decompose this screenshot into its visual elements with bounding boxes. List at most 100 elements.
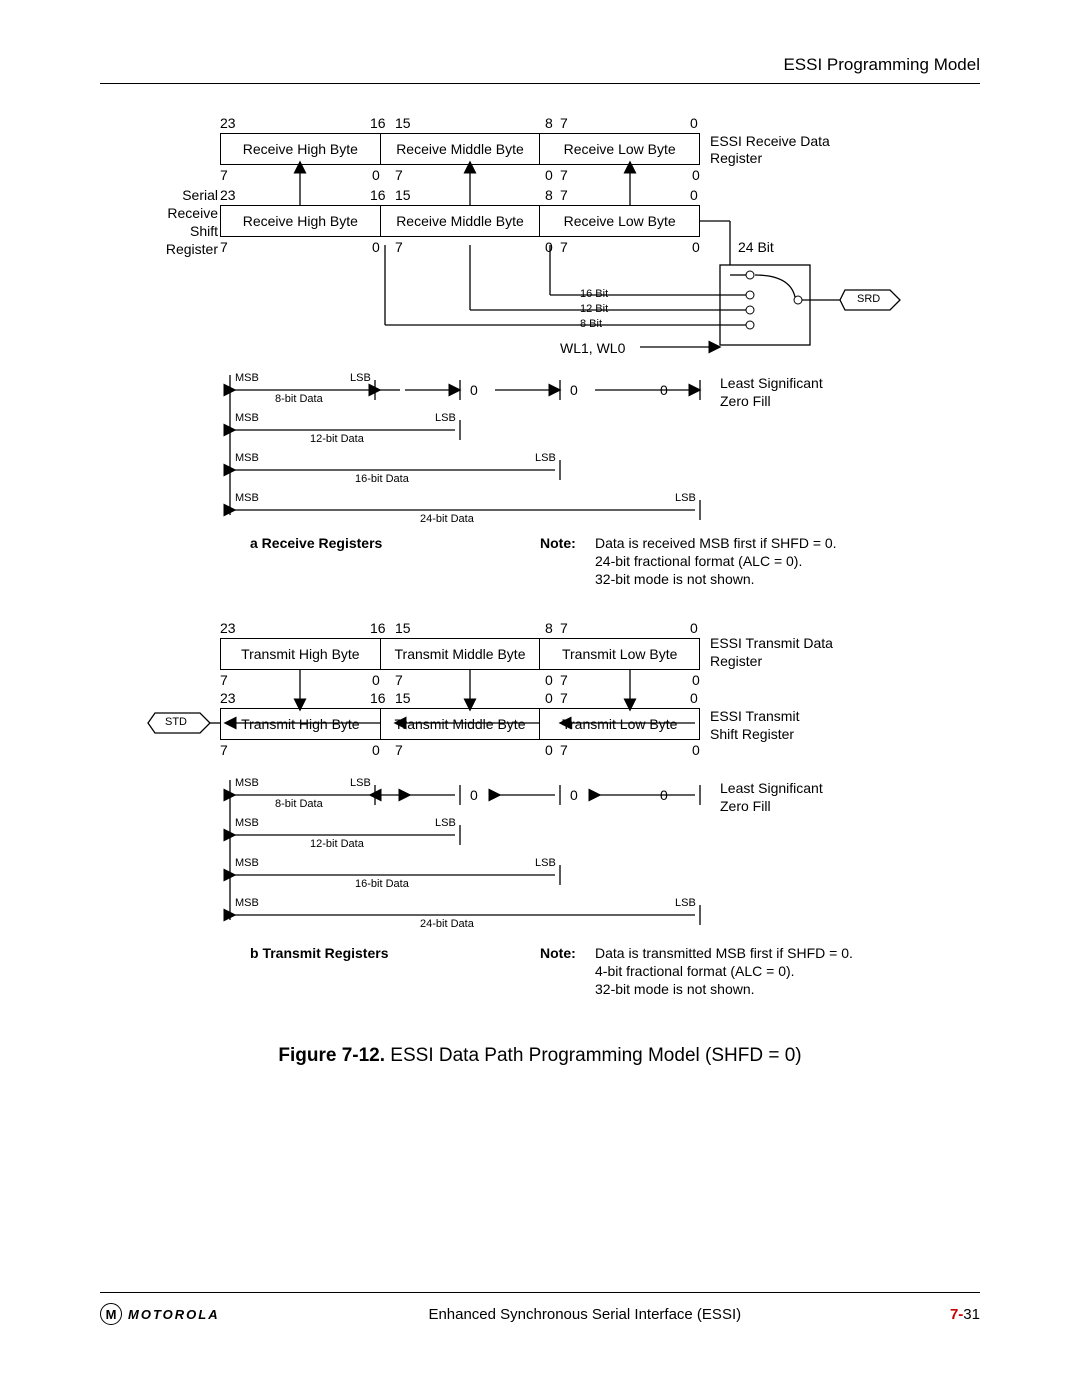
footer-rule	[100, 1292, 980, 1293]
lszf-label2: Zero Fill	[720, 393, 771, 409]
bit-label: 0	[545, 690, 553, 706]
zero-label: 0	[660, 382, 668, 398]
bit-label: 0	[545, 742, 553, 758]
d8-label: 8-bit Data	[275, 393, 323, 405]
lsb-label: LSB	[535, 452, 556, 464]
bit-label: 0	[545, 167, 553, 183]
zero-label: 0	[570, 382, 578, 398]
rx-high-byte: Receive High Byte	[221, 134, 381, 164]
page-number: 7-31	[950, 1306, 980, 1323]
zero-label: 0	[660, 787, 668, 803]
bits24-label: 24 Bit	[738, 239, 774, 255]
caption-rest: ESSI Data Path Programming Model (SHFD =…	[385, 1045, 802, 1066]
srd-label: SRD	[857, 293, 880, 305]
bit-label: 15	[395, 690, 411, 706]
wl-label: WL1, WL0	[560, 340, 625, 356]
d16-label: 16-bit Data	[355, 473, 409, 485]
d8-label: 8-bit Data	[275, 798, 323, 810]
rx-data-register: Receive High Byte Receive Middle Byte Re…	[220, 133, 700, 165]
rx-shift-mid: Receive Middle Byte	[381, 206, 541, 236]
bit-label: 7	[220, 672, 228, 688]
tx-shift-low: Transmit Low Byte	[540, 709, 699, 739]
figure-area: 23 16 15 8 7 0 Receive High Byte Receive…	[100, 115, 980, 1115]
page-prefix: 7-	[950, 1306, 963, 1323]
lsb-label: LSB	[350, 372, 371, 384]
bit-label: 7	[395, 672, 403, 688]
bit-label: 23	[220, 620, 236, 636]
d12-label: 12-bit Data	[310, 433, 364, 445]
bit-label: 7	[395, 167, 403, 183]
tx-shift-register: Transmit High Byte Transmit Middle Byte …	[220, 708, 700, 740]
section-b-label: b Transmit Registers	[250, 945, 389, 961]
shift-label: Register	[155, 241, 218, 257]
header-rule	[100, 83, 980, 84]
bit-label: 0	[690, 690, 698, 706]
tx-data-reg-label: ESSI Transmit Data	[710, 635, 833, 651]
bit-label: 15	[395, 620, 411, 636]
page-num: 31	[963, 1306, 980, 1323]
lsb-label: LSB	[675, 492, 696, 504]
d24-label: 24-bit Data	[420, 513, 474, 525]
bit-label: 16	[370, 690, 386, 706]
rx-shift-low: Receive Low Byte	[540, 206, 699, 236]
footer: M MOTOROLA Enhanced Synchronous Serial I…	[100, 1303, 980, 1325]
bit-label: 0	[692, 742, 700, 758]
bit-label: 0	[690, 115, 698, 131]
bit-label: 7	[560, 115, 568, 131]
lszf-label2: Zero Fill	[720, 798, 771, 814]
lsb-label: LSB	[675, 897, 696, 909]
shift-label: Receive	[155, 205, 218, 221]
bit-label: 7	[560, 742, 568, 758]
bit-label: 7	[220, 742, 228, 758]
figure-caption: Figure 7-12. ESSI Data Path Programming …	[100, 1045, 980, 1067]
zero-label: 0	[470, 787, 478, 803]
tx-shift-high: Transmit High Byte	[221, 709, 381, 739]
bit-label: 0	[692, 167, 700, 183]
msb-label: MSB	[235, 372, 259, 384]
shift-label: Shift	[170, 223, 218, 239]
bit-label: 7	[560, 167, 568, 183]
bit-label: 7	[560, 672, 568, 688]
header-title: ESSI Programming Model	[783, 55, 980, 75]
bit-label: 0	[692, 672, 700, 688]
note-label-b: Note:	[540, 945, 576, 961]
footer-center: Enhanced Synchronous Serial Interface (E…	[428, 1306, 741, 1323]
bit-label: 7	[395, 742, 403, 758]
std-label: STD	[165, 716, 187, 728]
bit-label: 8	[545, 187, 553, 203]
tx-shift-mid: Transmit Middle Byte	[381, 709, 541, 739]
tx-data-register: Transmit High Byte Transmit Middle Byte …	[220, 638, 700, 670]
bit-label: 23	[220, 690, 236, 706]
bit-label: 7	[560, 620, 568, 636]
tx-shift-reg-label2: Shift Register	[710, 726, 794, 742]
d12-label: 12-bit Data	[310, 838, 364, 850]
lsb-label: LSB	[350, 777, 371, 789]
d16-label: 16-bit Data	[355, 878, 409, 890]
tx-high-byte: Transmit High Byte	[221, 639, 381, 669]
tx-shift-reg-label: ESSI Transmit	[710, 708, 799, 724]
msb-label: MSB	[235, 412, 259, 424]
note-b-line3: 32-bit mode is not shown.	[595, 981, 755, 997]
rx-data-reg-label2: Register	[710, 150, 762, 166]
bit-label: 16	[370, 620, 386, 636]
note-label-a: Note:	[540, 535, 576, 551]
msb-label: MSB	[235, 492, 259, 504]
lsb-label: LSB	[435, 412, 456, 424]
msb-label: MSB	[235, 777, 259, 789]
shift-label: Serial	[170, 187, 218, 203]
note-b-line1: Data is transmitted MSB first if SHFD = …	[595, 945, 853, 961]
note-a-line2: 24-bit fractional format (ALC = 0).	[595, 553, 802, 569]
lszf-label: Least Significant	[720, 375, 823, 391]
zero-label: 0	[470, 382, 478, 398]
rx-shift-high: Receive High Byte	[221, 206, 381, 236]
rx-data-reg-label: ESSI Receive Data	[710, 133, 830, 149]
bit-label: 0	[372, 167, 380, 183]
rx-mid-byte: Receive Middle Byte	[381, 134, 541, 164]
bits8-label: 8 Bit	[580, 318, 602, 330]
section-a-label: a Receive Registers	[250, 535, 382, 551]
lsb-label: LSB	[535, 857, 556, 869]
bit-label: 7	[395, 239, 403, 255]
bit-label: 8	[545, 620, 553, 636]
tx-mid-byte: Transmit Middle Byte	[381, 639, 541, 669]
d24-label: 24-bit Data	[420, 918, 474, 930]
